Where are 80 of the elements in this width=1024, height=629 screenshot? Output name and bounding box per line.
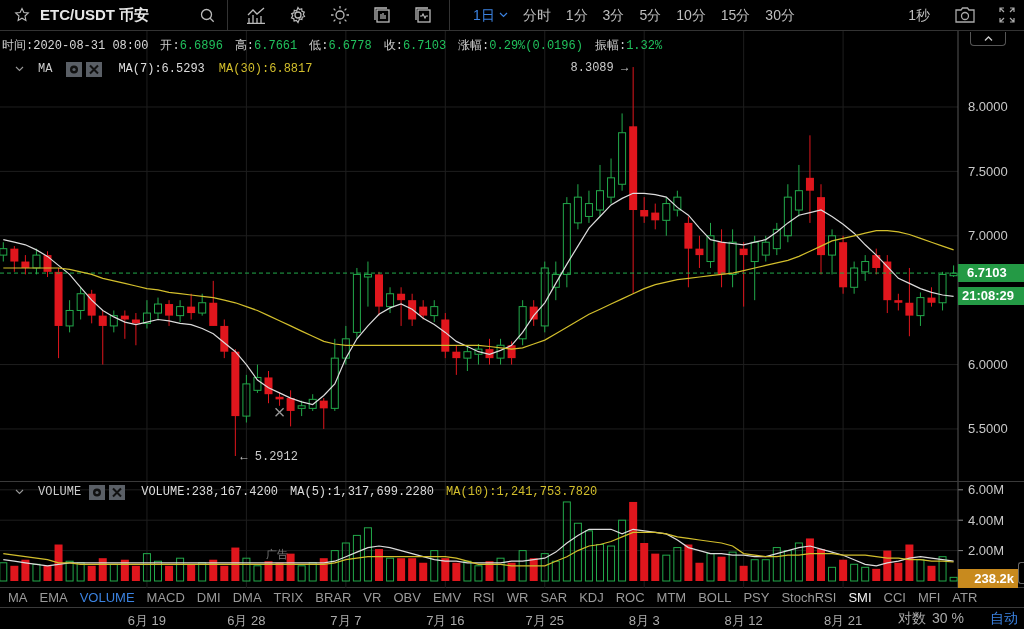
info-value: 0.29%(0.0196) <box>489 38 583 55</box>
indicator-tab[interactable]: EMA <box>39 587 68 608</box>
last-volume-badge: 238.2k <box>958 569 1018 588</box>
info-label: 低: <box>309 38 329 55</box>
indicator-tab[interactable]: SMI <box>848 587 872 608</box>
date-label: 6月 28 <box>227 612 266 629</box>
indicator-tab[interactable]: MACD <box>146 587 185 608</box>
indicator-tab[interactable]: DMA <box>232 587 262 608</box>
legend-value: VOLUME:238,167.4200 <box>141 484 279 501</box>
price-extreme-label: ← 5.2912 <box>240 450 298 464</box>
symbol-title: ETC/USDT 币安 <box>40 4 150 25</box>
axis-label: 2.00M <box>968 543 1005 559</box>
info-value: 6.6778 <box>328 38 372 55</box>
date-label: 7月 25 <box>525 612 564 629</box>
axis-label: 5.5000 <box>968 421 1008 437</box>
indicator-name: MA <box>38 61 53 78</box>
scale-option[interactable]: 30 % <box>932 608 964 629</box>
date-label: 6月 19 <box>127 612 167 629</box>
axis-label: 6.0000 <box>968 357 1008 373</box>
indicator-tab[interactable]: CCI <box>883 587 906 608</box>
scale-option[interactable]: 对数 <box>898 608 927 629</box>
indicator-tab[interactable]: OBV <box>393 587 421 608</box>
legend-value: MA(30):6.8817 <box>218 61 313 78</box>
legend-value: MA(5):1,317,699.2280 <box>290 484 435 501</box>
indicator-tab[interactable]: VR <box>363 587 382 608</box>
info-value: 6.6896 <box>179 38 223 55</box>
indicator-tab[interactable]: BRAR <box>315 587 352 608</box>
indicator-tab[interactable]: RSI <box>473 587 495 608</box>
timeframe-tab[interactable]: 5分 <box>632 0 669 30</box>
axis-label: 7.5000 <box>968 163 1008 179</box>
axis-label: 6.00M <box>968 482 1005 498</box>
axis-label: 4.00M <box>968 512 1005 528</box>
indicator-tab[interactable]: ROC <box>615 587 645 608</box>
info-value: 6.7661 <box>254 38 298 55</box>
info-label: 时间: <box>2 38 34 55</box>
timeframe-tab[interactable]: 15分 <box>713 0 758 30</box>
timeframe-tab[interactable]: 分时 <box>515 0 558 30</box>
indicator-tab[interactable]: StochRSI <box>781 587 837 608</box>
info-label: 涨幅: <box>458 38 490 55</box>
info-value: 1.32% <box>626 38 663 55</box>
info-label: 开: <box>160 38 180 55</box>
legend-value: MA(10):1,241,753.7820 <box>446 484 598 501</box>
last-price-badge: 6.7103 <box>958 264 1024 283</box>
indicator-tab[interactable]: MFI <box>917 587 941 608</box>
indicator-tab[interactable]: KDJ <box>579 587 604 608</box>
indicator-name: VOLUME <box>38 484 82 501</box>
realtime-toggle[interactable]: 1秒 <box>908 4 930 26</box>
date-label: 8月 21 <box>823 612 863 629</box>
timeframe-tab[interactable]: 1日 <box>466 0 515 30</box>
timeframe-tab[interactable]: 30分 <box>758 0 802 30</box>
date-label: 7月 16 <box>426 612 465 629</box>
indicator-tab[interactable]: TRIX <box>273 587 304 608</box>
scale-option[interactable]: 自动 <box>990 608 1018 629</box>
indicator-tab[interactable]: WR <box>506 587 529 608</box>
indicator-tab[interactable]: EMV <box>432 587 462 608</box>
price-extreme-label: 8.3089 → <box>570 61 629 76</box>
info-value: 6.7103 <box>402 38 447 55</box>
info-label: 收: <box>383 38 403 55</box>
axis-label: 8.0000 <box>968 99 1008 115</box>
date-label: 8月 12 <box>724 612 763 629</box>
info-label: 高: <box>234 38 255 55</box>
indicator-tab[interactable]: VOLUME <box>79 587 135 608</box>
timeframe-tab[interactable]: 3分 <box>595 0 632 30</box>
indicator-tab[interactable]: ATR <box>952 587 978 608</box>
indicator-tab[interactable]: MTM <box>656 587 687 608</box>
timeframe-tab[interactable]: 1分 <box>558 0 595 30</box>
info-value: 2020-08-31 08:00 <box>33 38 149 55</box>
date-label: 8月 3 <box>628 612 660 629</box>
indicator-tab[interactable]: MA <box>8 587 28 608</box>
indicator-tab[interactable]: BOLL <box>698 587 732 608</box>
timeframe-tab[interactable]: 10分 <box>669 0 713 30</box>
indicator-tab[interactable]: PSY <box>743 587 770 608</box>
date-label: 7月 7 <box>330 612 362 629</box>
ad-label: 广告 <box>266 547 288 562</box>
countdown-badge: 21:08:29 <box>958 287 1024 306</box>
info-label: 振幅: <box>594 38 627 55</box>
indicator-tab[interactable]: SAR <box>540 587 568 608</box>
axis-label: 7.0000 <box>968 228 1008 244</box>
legend-value: MA(7):6.5293 <box>118 61 205 78</box>
indicator-tab[interactable]: DMI <box>196 587 221 608</box>
